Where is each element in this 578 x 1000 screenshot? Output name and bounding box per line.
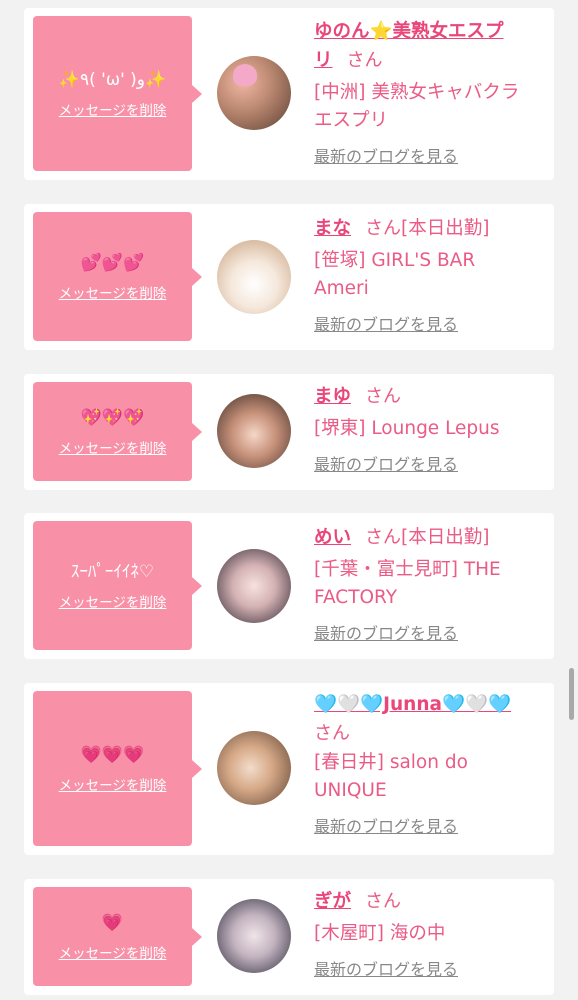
avatar[interactable] [217,240,291,314]
status-badge: [本日出勤] [401,527,490,548]
honorific: さん [365,386,402,407]
profile-info: 🩵🤍🩵Junna🩵🤍🩵 さん [春日井] salon do UNIQUE 最新の… [314,691,542,837]
message-bubble: 💖💖💖 メッセージを削除 [33,382,192,481]
profile-info: ぎが さん [木屋町] 海の中 最新のブログを見る [314,887,542,980]
name-link[interactable]: めい [314,527,351,548]
message-text: ｽｰﾊﾟｰｲｲﾈ♡ [70,561,155,582]
profile-info: まゆ さん [堺東] Lounge Lepus 最新のブログを見る [314,382,542,475]
shop-text-cont: エスプリ [314,110,389,131]
message-bubble: 💗💗💗 メッセージを削除 [33,691,192,846]
delete-message-link[interactable]: メッセージを削除 [59,99,167,119]
message-card: 💗 メッセージを削除 ぎが さん [木屋町] 海の中 最新のブログを見る [24,879,554,995]
delete-message-link[interactable]: メッセージを削除 [59,774,167,794]
shop-text-cont: Ameri [314,278,369,299]
latest-blog-link[interactable]: 最新のブログを見る [314,311,542,335]
avatar[interactable] [217,549,291,623]
name-link[interactable]: まゆ [314,386,351,407]
delete-message-link[interactable]: メッセージを削除 [59,591,167,611]
honorific: さん [314,723,350,744]
delete-message-link[interactable]: メッセージを削除 [59,282,167,302]
status-badge: [本日出勤] [401,218,490,239]
latest-blog-link[interactable]: 最新のブログを見る [314,143,542,167]
message-text: ✨٩( 'ω' )و✨ [58,69,167,90]
message-card: 💕💕💕 メッセージを削除 まな さん[本日出勤] [笹塚] GIRL'S BAR … [24,204,554,350]
name-link[interactable]: 🩵🤍🩵Junna🩵🤍🩵 [314,694,511,715]
message-bubble: 💕💕💕 メッセージを削除 [33,212,192,341]
profile-info: まな さん[本日出勤] [笹塚] GIRL'S BAR Ameri 最新のブログを… [314,214,542,335]
message-text: 💖💖💖 [80,407,145,428]
name-link[interactable]: ぎが [314,891,351,912]
avatar[interactable] [217,899,291,973]
message-bubble: 💗 メッセージを削除 [33,887,192,986]
shop-text-cont: UNIQUE [314,780,387,801]
latest-blog-link[interactable]: 最新のブログを見る [314,813,542,837]
honorific: さん [346,50,383,71]
delete-message-link[interactable]: メッセージを削除 [59,437,167,457]
scrollbar[interactable] [569,668,574,720]
honorific: さん [365,891,402,912]
shop-text-cont: FACTORY [314,587,398,608]
message-bubble: ✨٩( 'ω' )و✨ メッセージを削除 [33,16,192,171]
shop-text: [木屋町] 海の中 [314,923,446,944]
shop-text: [笹塚] GIRL'S BAR [314,250,476,271]
message-text: 💗💗💗 [80,744,145,765]
latest-blog-link[interactable]: 最新のブログを見る [314,451,542,475]
message-card: ✨٩( 'ω' )و✨ メッセージを削除 ゆのん⭐美熟女エスプ リさん [中洲]… [24,8,554,180]
honorific: さん [365,527,402,548]
shop-text: [春日井] salon do [314,752,468,773]
message-card: 💖💖💖 メッセージを削除 まゆ さん [堺東] Lounge Lepus 最新のブ… [24,374,554,490]
heart-sticker-icon [233,64,257,86]
avatar[interactable] [217,394,291,468]
message-card: ｽｰﾊﾟｰｲｲﾈ♡ メッセージを削除 めい さん[本日出勤] [千葉・富士見町] … [24,513,554,659]
message-card: 💗💗💗 メッセージを削除 🩵🤍🩵Junna🩵🤍🩵 さん [春日井] salon … [24,683,554,855]
message-text: 💗 [101,912,124,933]
name-link-cont[interactable]: リ [314,50,333,71]
name-link[interactable]: ゆのん⭐美熟女エスプ [314,21,504,42]
name-link[interactable]: まな [314,218,351,239]
profile-info: めい さん[本日出勤] [千葉・富士見町] THE FACTORY 最新のブログを… [314,523,542,644]
honorific: さん [365,218,402,239]
shop-text: [中洲] 美熟女キャバクラ [314,82,520,103]
avatar[interactable] [217,56,291,130]
latest-blog-link[interactable]: 最新のブログを見る [314,620,542,644]
avatar[interactable] [217,731,291,805]
shop-text: [千葉・富士見町] THE [314,559,501,580]
delete-message-link[interactable]: メッセージを削除 [59,942,167,962]
profile-info: ゆのん⭐美熟女エスプ リさん [中洲] 美熟女キャバクラ エスプリ 最新のブログ… [314,18,542,167]
message-text: 💕💕💕 [80,252,145,273]
latest-blog-link[interactable]: 最新のブログを見る [314,956,542,980]
message-bubble: ｽｰﾊﾟｰｲｲﾈ♡ メッセージを削除 [33,521,192,650]
shop-text: [堺東] Lounge Lepus [314,418,500,439]
